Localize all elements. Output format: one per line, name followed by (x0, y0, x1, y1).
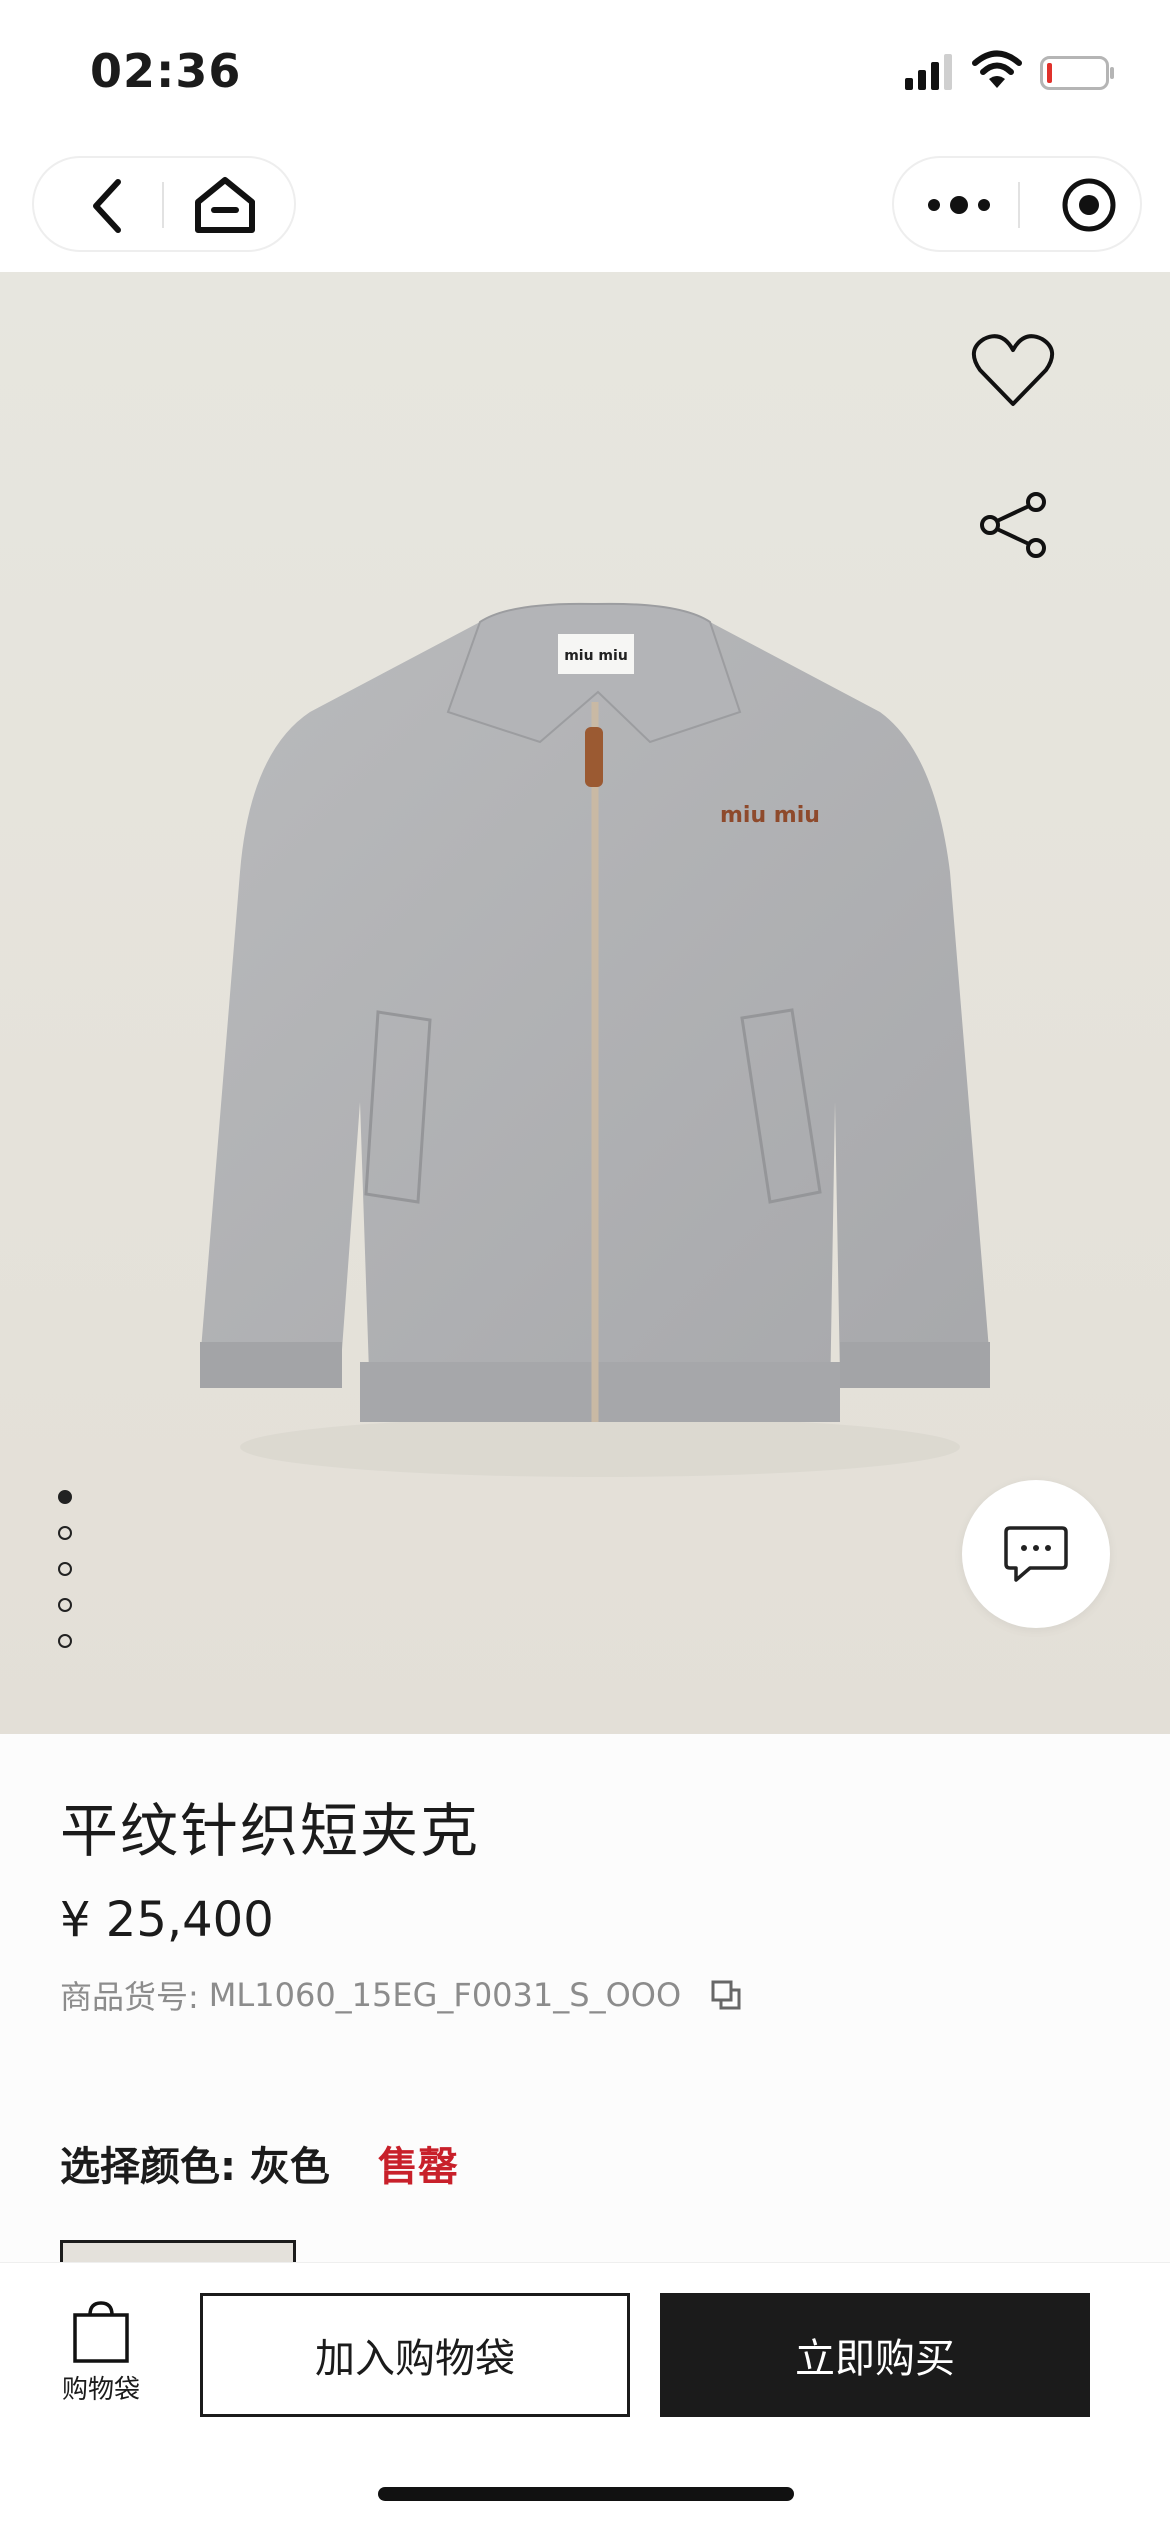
more-dots-icon[interactable] (924, 182, 994, 228)
add-to-cart-button[interactable]: 加入购物袋 (200, 2293, 630, 2417)
product-title: 平纹针织短夹克 (60, 1797, 481, 1865)
wifi-icon (972, 50, 1022, 88)
chat-button[interactable] (962, 1480, 1110, 1628)
status-bar: 02:36 (0, 0, 1170, 150)
pager-dot[interactable] (58, 1634, 72, 1648)
pager-dot-active[interactable] (58, 1490, 72, 1504)
nav-divider (162, 182, 164, 228)
shopping-bag-label: 购物袋 (61, 2375, 140, 2405)
product-image: miu miu miu miu (200, 602, 990, 1477)
product-info: 平纹针织短夹克 ¥ 25,400 商品货号: ML1060_15EG_F0031… (0, 1734, 1170, 2270)
nav-capsule-right (892, 156, 1142, 252)
logo-text: miu miu (720, 803, 820, 828)
pager-dot[interactable] (58, 1562, 72, 1576)
bottom-action-bar: 购物袋 加入购物袋 立即购买 (0, 2262, 1170, 2533)
chevron-left-icon[interactable] (80, 176, 140, 236)
share-icon[interactable] (978, 492, 1050, 558)
home-indicator (378, 2487, 794, 2501)
buy-now-button[interactable]: 立即购买 (660, 2293, 1090, 2417)
heart-icon[interactable] (970, 332, 1056, 410)
sku-value: ML1060_15EG_F0031_S_OOO (208, 1976, 682, 2014)
color-label: 选择颜色: 灰色 (60, 2144, 330, 2190)
signal-icon (905, 54, 952, 90)
sku-row: 商品货号: ML1060_15EG_F0031_S_OOO (60, 1972, 743, 2018)
sku-label: 商品货号: (60, 1978, 199, 2016)
nav-divider (1018, 182, 1020, 228)
target-icon[interactable] (1060, 176, 1118, 234)
product-image-carousel[interactable]: miu miu miu miu (0, 272, 1170, 1734)
battery-icon (1040, 56, 1114, 90)
chat-bubble-icon (1004, 1526, 1068, 1582)
stock-status: 售罄 (377, 2144, 458, 2190)
status-time: 02:36 (90, 44, 242, 98)
pager-dot[interactable] (58, 1526, 72, 1540)
product-price: ¥ 25,400 (60, 1892, 274, 1948)
shopping-bag-icon (73, 2301, 129, 2363)
nav-capsule-left (32, 156, 296, 252)
shopping-bag-button[interactable]: 购物袋 (56, 2299, 146, 2419)
home-icon[interactable] (192, 172, 258, 238)
color-select-row: 选择颜色: 灰色 售罄 (60, 2134, 458, 2192)
pager-dot[interactable] (58, 1598, 72, 1612)
carousel-pager (58, 1490, 78, 1670)
label-text: miu miu (564, 648, 628, 664)
copy-icon[interactable] (709, 1978, 743, 2012)
